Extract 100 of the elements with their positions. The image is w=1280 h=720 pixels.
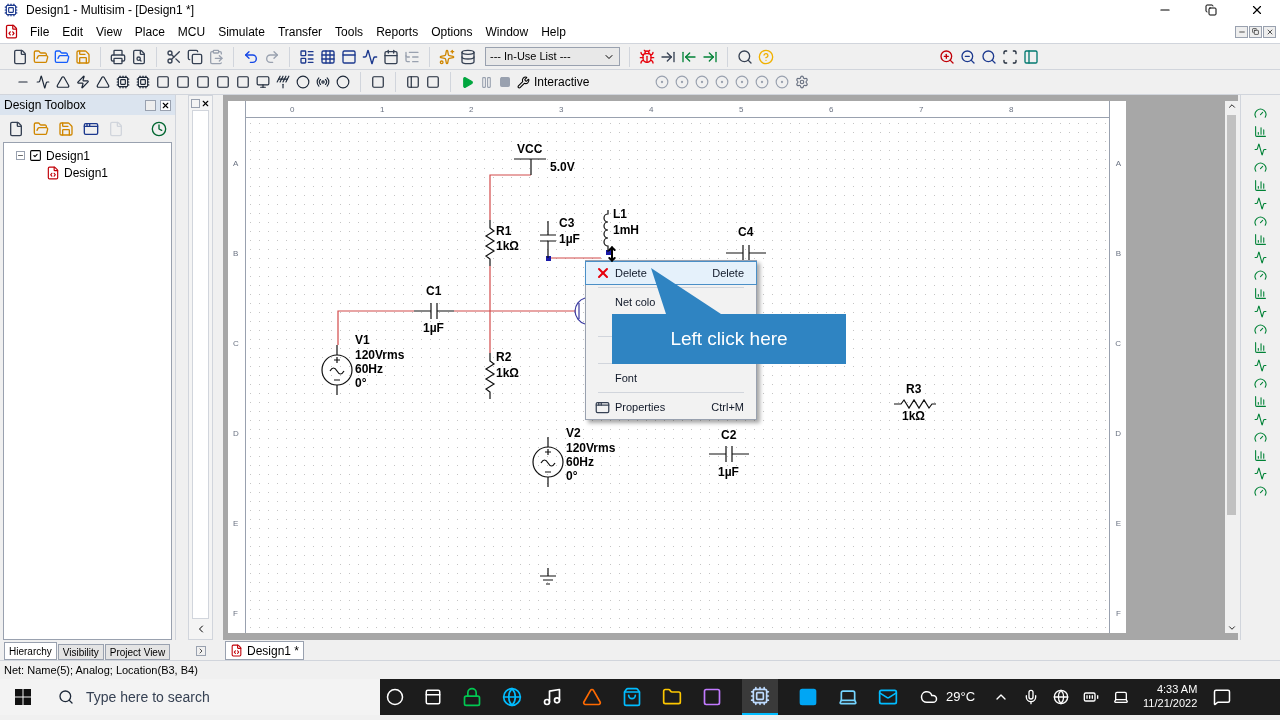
weather-icon[interactable]: [920, 688, 938, 706]
close-button[interactable]: [1263, 25, 1276, 38]
search-icon[interactable]: [737, 48, 753, 65]
panel-tab[interactable]: Visibility: [57, 644, 104, 660]
panel-tab[interactable]: Hierarchy: [4, 642, 57, 660]
menu-item[interactable]: Help: [535, 22, 572, 41]
window-icon[interactable]: [341, 48, 357, 65]
instrument-icon[interactable]: [1254, 233, 1267, 246]
instrument-icon[interactable]: [1254, 449, 1267, 462]
mail-icon[interactable]: [878, 687, 898, 707]
weather-text[interactable]: 29°C: [946, 687, 976, 707]
music-note-icon[interactable]: [542, 687, 562, 707]
scroll-down-icon[interactable]: [1226, 623, 1237, 633]
save-icon[interactable]: [75, 48, 91, 65]
menu-item[interactable]: Place: [128, 22, 171, 41]
instrument-icon[interactable]: [1254, 215, 1267, 228]
menu-item[interactable]: Delete Delete: [586, 262, 756, 284]
device-icon[interactable]: [838, 687, 858, 707]
store-icon[interactable]: [622, 687, 642, 707]
clock-date[interactable]: 11/21/2022: [1143, 697, 1198, 711]
antenna-icon[interactable]: [276, 75, 290, 89]
sheet-tab[interactable]: Design1 *: [225, 641, 305, 660]
grid-icon[interactable]: [320, 48, 336, 65]
close-icon[interactable]: [201, 98, 210, 108]
menu-item[interactable]: File: [24, 22, 56, 41]
panel-tab[interactable]: Project View: [104, 644, 171, 660]
instrument-icon[interactable]: [1254, 323, 1267, 336]
display-icon[interactable]: [1113, 689, 1130, 705]
in-use-list-dropdown[interactable]: --- In-Use List ---: [485, 47, 620, 66]
collapse-icon[interactable]: [16, 151, 25, 160]
menu-item[interactable]: Net colo: [586, 291, 756, 313]
instrument-icon[interactable]: [1254, 107, 1267, 120]
open-folder-icon[interactable]: [33, 48, 49, 65]
instrument-icon[interactable]: [1254, 251, 1267, 264]
instrument-icon[interactable]: [1254, 305, 1267, 318]
multisim-icon[interactable]: [750, 686, 770, 706]
folder-icon[interactable]: [662, 687, 682, 707]
instrument-icon[interactable]: [1254, 341, 1267, 354]
undo-icon[interactable]: [243, 48, 259, 65]
browser-icon[interactable]: [502, 687, 522, 707]
instrument-icon[interactable]: [1254, 143, 1267, 156]
zoom-out-icon[interactable]: [960, 48, 976, 65]
instrument-icon[interactable]: [1254, 269, 1267, 282]
menu-item[interactable]: Simulate: [212, 22, 271, 41]
instrument-icon[interactable]: [1254, 161, 1267, 174]
run-icon[interactable]: [461, 75, 474, 89]
full-screen-icon[interactable]: [1023, 48, 1039, 65]
new-file-icon[interactable]: [12, 48, 28, 65]
database-icon[interactable]: [460, 48, 476, 65]
instrument-icon[interactable]: [1254, 287, 1267, 300]
open-folder-icon[interactable]: [54, 48, 70, 65]
menu-item[interactable]: Properties Ctrl+M: [586, 396, 756, 418]
scroll-right-icon[interactable]: [195, 646, 206, 656]
interactive-button[interactable]: Interactive: [517, 73, 590, 91]
instrument-icon[interactable]: [1254, 197, 1267, 210]
restore-button[interactable]: [1249, 25, 1262, 38]
menu-item[interactable]: Window: [479, 22, 535, 41]
instrument-icon[interactable]: [1254, 395, 1267, 408]
instrument-icon[interactable]: [1254, 413, 1267, 426]
clock-icon[interactable]: [151, 120, 167, 137]
copy-icon[interactable]: [187, 48, 203, 65]
menu-item[interactable]: Edit: [56, 22, 90, 41]
zoom-in-icon[interactable]: [939, 48, 955, 65]
zoom-fit-icon[interactable]: [1002, 48, 1018, 65]
zoom-area-icon[interactable]: [981, 48, 997, 65]
settings-icon[interactable]: [795, 75, 810, 89]
instrument-icon[interactable]: [1254, 431, 1267, 444]
probe-icon[interactable]: [639, 48, 655, 65]
window-icon[interactable]: [83, 120, 99, 137]
panel-icon[interactable]: [299, 48, 315, 65]
spreadsheet-icon[interactable]: [383, 48, 399, 65]
instrument-icon[interactable]: [1254, 377, 1267, 390]
windows-logo-icon[interactable]: [15, 689, 31, 705]
tree-item[interactable]: Design1: [64, 163, 109, 182]
save-icon[interactable]: [58, 120, 74, 137]
sparkle-icon[interactable]: [439, 48, 455, 65]
menu-item[interactable]: Reports: [370, 22, 425, 41]
instrument-icon[interactable]: [1254, 179, 1267, 192]
lock-icon[interactable]: [462, 687, 482, 707]
new-file-icon[interactable]: [8, 120, 24, 137]
instrument-icon[interactable]: [1254, 485, 1267, 498]
scroll-up-icon[interactable]: [1226, 101, 1237, 111]
clock-time[interactable]: 4:33 AM: [1156, 683, 1198, 697]
menu-item[interactable]: Options: [425, 22, 479, 41]
menu-item[interactable]: MCU: [171, 22, 212, 41]
wire-handle[interactable]: [546, 256, 551, 261]
close-button[interactable]: [160, 99, 171, 111]
print-preview-icon[interactable]: [131, 48, 147, 65]
network-icon[interactable]: [1053, 689, 1070, 705]
notification-icon[interactable]: [1213, 688, 1232, 706]
wire-handle[interactable]: [606, 250, 611, 255]
open-folder-icon[interactable]: [33, 120, 49, 137]
scrollbar-thumb[interactable]: [1227, 115, 1236, 515]
menu-item[interactable]: Tools: [329, 22, 370, 41]
menu-item[interactable]: Font: [586, 367, 756, 389]
menu-item[interactable]: Transfer: [271, 22, 329, 41]
task-view-icon[interactable]: [424, 688, 442, 706]
instrument-icon[interactable]: [1254, 359, 1267, 372]
menu-item[interactable]: View: [90, 22, 128, 41]
cut-icon[interactable]: [166, 48, 182, 65]
